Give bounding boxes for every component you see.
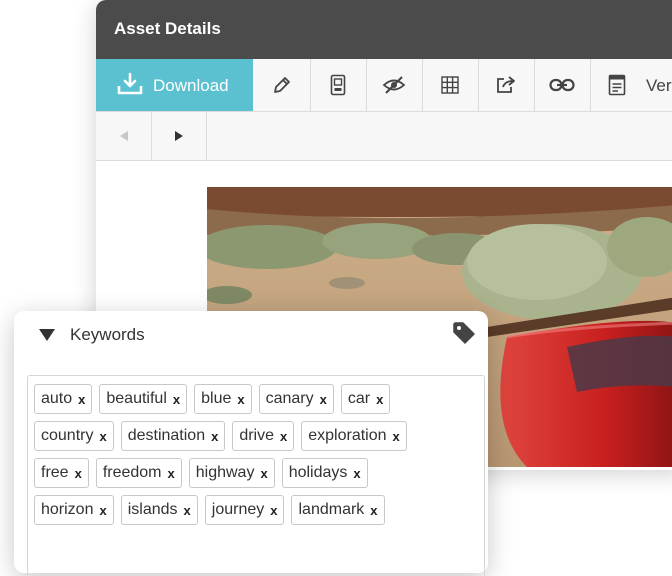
remove-keyword-button[interactable]: x xyxy=(280,429,287,444)
frame-button[interactable] xyxy=(310,59,367,111)
keyword-chip[interactable]: journey x xyxy=(204,495,285,525)
document-frame-icon xyxy=(330,74,346,96)
keyword-label: exploration xyxy=(308,427,387,444)
versions-button[interactable]: Vers xyxy=(590,59,672,111)
next-button[interactable] xyxy=(151,112,207,160)
keyword-label: auto xyxy=(41,390,73,407)
keyword-row: horizon x islands x journey x landmark x xyxy=(34,495,414,525)
pencil-icon xyxy=(273,77,290,93)
remove-keyword-button[interactable]: x xyxy=(184,503,191,518)
keyword-label: islands xyxy=(127,501,178,518)
keyword-label: holidays xyxy=(288,464,348,481)
navigation-bar xyxy=(96,112,672,161)
eye-hidden-icon xyxy=(382,76,406,94)
keyword-label: journey xyxy=(211,501,265,518)
hide-button[interactable] xyxy=(366,59,423,111)
remove-keyword-button[interactable]: x xyxy=(75,466,82,481)
keyword-label: drive xyxy=(239,427,275,444)
keyword-chip[interactable]: holidays x xyxy=(281,458,368,488)
tag-icon[interactable] xyxy=(452,321,476,345)
keyword-row: country x destination x drive x exploration x xyxy=(34,421,414,451)
remove-keyword-button[interactable]: x xyxy=(173,392,180,407)
keyword-chip[interactable]: beautiful x xyxy=(99,384,188,414)
keyword-chip[interactable]: freedom x xyxy=(95,458,182,488)
title-bar: Asset Details xyxy=(96,0,672,59)
download-icon xyxy=(117,72,143,95)
keyword-label: beautiful xyxy=(106,390,167,407)
remove-keyword-button[interactable]: x xyxy=(237,392,244,407)
keywords-panel: Keywords auto x beautiful x blue x canary x car x… xyxy=(14,311,488,576)
share-button[interactable] xyxy=(478,59,535,111)
keyword-chip[interactable]: islands x xyxy=(120,495,198,525)
remove-keyword-button[interactable]: x xyxy=(370,503,377,518)
keyword-chip[interactable]: drive x xyxy=(232,421,295,451)
download-button[interactable]: Download xyxy=(96,59,253,111)
keyword-label: landmark xyxy=(298,501,365,518)
keyword-chip[interactable]: destination x xyxy=(120,421,226,451)
keyword-chip[interactable]: exploration x xyxy=(301,421,407,451)
keyword-label: destination xyxy=(127,427,206,444)
download-label: Download xyxy=(153,76,229,95)
remove-keyword-button[interactable]: x xyxy=(211,429,218,444)
keyword-chip[interactable]: country x xyxy=(34,421,114,451)
keyword-chip[interactable]: highway x xyxy=(188,458,275,488)
keyword-label: free xyxy=(41,464,69,481)
triangle-right-icon xyxy=(174,131,183,141)
remove-keyword-button[interactable]: x xyxy=(376,392,383,407)
toolbar: Download Ver xyxy=(96,59,672,112)
remove-keyword-button[interactable]: x xyxy=(168,466,175,481)
keyword-label: car xyxy=(347,390,371,407)
keyword-label: country xyxy=(41,427,94,444)
window-title: Asset Details xyxy=(114,19,221,38)
remove-keyword-button[interactable]: x xyxy=(270,503,277,518)
collapse-triangle-icon[interactable] xyxy=(38,328,56,342)
versions-label: Vers xyxy=(646,76,672,95)
link-icon xyxy=(549,78,575,92)
link-button[interactable] xyxy=(534,59,591,111)
keyword-chip[interactable]: landmark x xyxy=(291,495,385,525)
remove-keyword-button[interactable]: x xyxy=(320,392,327,407)
keyword-label: highway xyxy=(195,464,255,481)
triangle-left-icon xyxy=(119,131,128,141)
keyword-chip[interactable]: horizon x xyxy=(34,495,114,525)
previous-button[interactable] xyxy=(96,112,152,160)
remove-keyword-button[interactable]: x xyxy=(393,429,400,444)
keyword-row: auto x beautiful x blue x canary x car x xyxy=(34,384,414,414)
keyword-chip[interactable]: blue x xyxy=(194,384,252,414)
keyword-chip[interactable]: free x xyxy=(34,458,89,488)
remove-keyword-button[interactable]: x xyxy=(260,466,267,481)
keyword-row: free x freedom x highway x holidays x xyxy=(34,458,414,488)
versions-icon xyxy=(608,74,626,96)
keyword-label: freedom xyxy=(102,464,162,481)
keywords-list: auto x beautiful x blue x canary x car x country x d… xyxy=(27,375,485,576)
remove-keyword-button[interactable]: x xyxy=(78,392,85,407)
edit-button[interactable] xyxy=(253,59,311,111)
keywords-title: Keywords xyxy=(70,325,145,344)
keyword-chip[interactable]: canary x xyxy=(258,384,334,414)
remove-keyword-button[interactable]: x xyxy=(99,429,106,444)
keywords-header: Keywords xyxy=(14,311,488,371)
grid-button[interactable] xyxy=(422,59,479,111)
keyword-chip[interactable]: car x xyxy=(340,384,391,414)
grid-icon xyxy=(441,76,459,94)
remove-keyword-button[interactable]: x xyxy=(99,503,106,518)
share-icon xyxy=(497,76,515,93)
keyword-label: canary xyxy=(265,390,314,407)
keyword-label: horizon xyxy=(41,501,94,518)
keyword-label: blue xyxy=(201,390,232,407)
keyword-chip[interactable]: auto x xyxy=(34,384,93,414)
remove-keyword-button[interactable]: x xyxy=(353,466,360,481)
